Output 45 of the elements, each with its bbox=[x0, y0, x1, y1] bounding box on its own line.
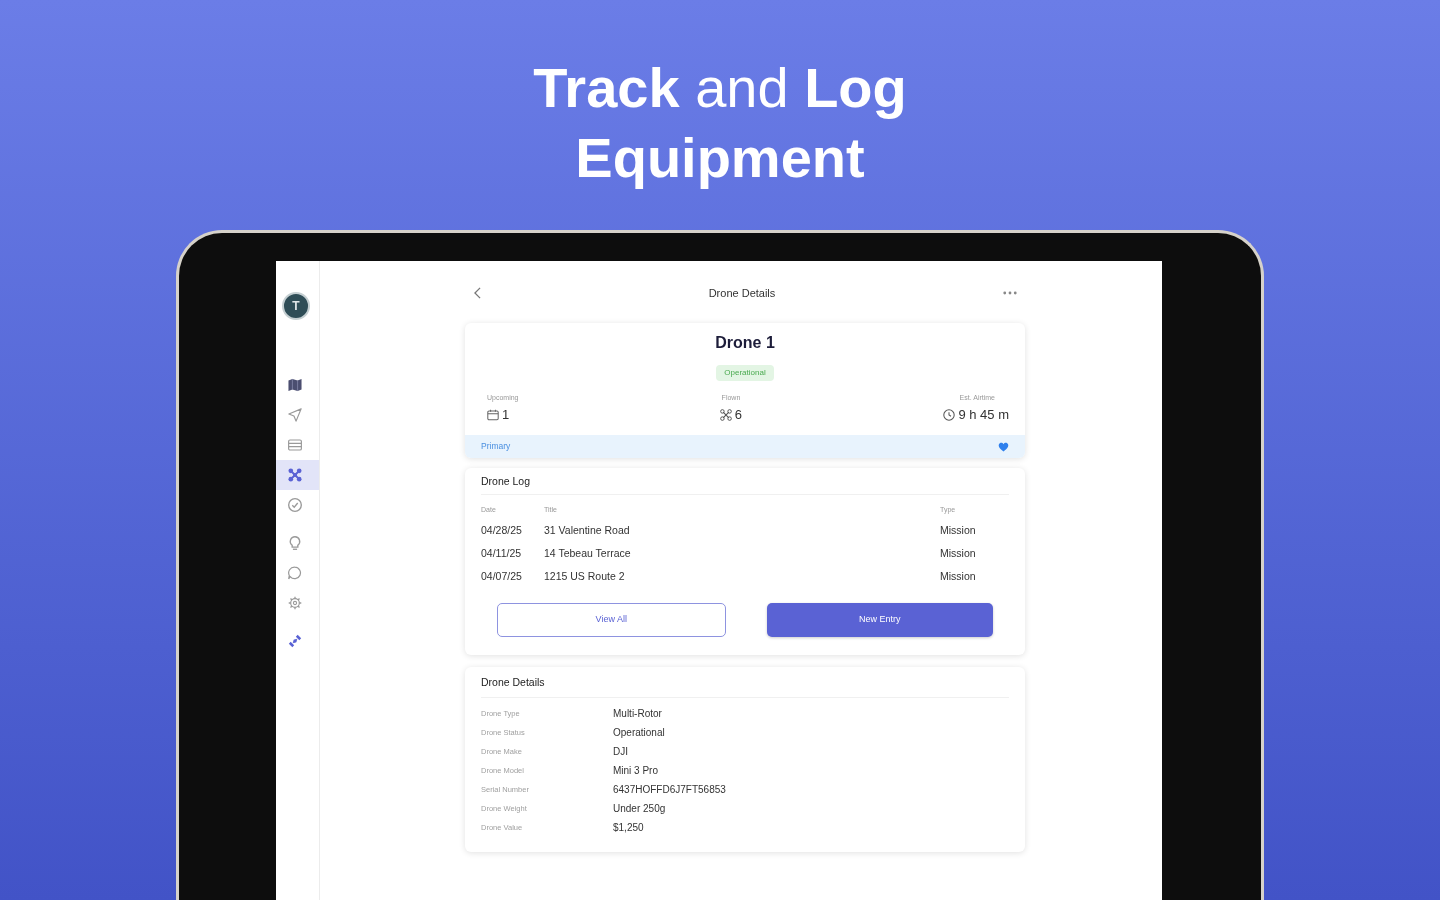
more-icon bbox=[1003, 291, 1017, 295]
avatar[interactable]: T bbox=[282, 292, 310, 320]
tag-label: Primary bbox=[481, 440, 511, 453]
table-cell-text: 04/07/25 bbox=[481, 568, 523, 584]
calendar-icon bbox=[487, 409, 499, 421]
view-all-button[interactable]: View All bbox=[497, 603, 726, 637]
field-value: Mini 3 Pro bbox=[613, 764, 659, 778]
page-title: Drone Details bbox=[708, 285, 776, 301]
table-cell-text: 04/28/25 bbox=[481, 522, 523, 538]
map-icon bbox=[287, 378, 302, 392]
stat-value: 6 bbox=[734, 407, 743, 423]
drone-icon bbox=[287, 468, 302, 482]
chevron-left-icon bbox=[473, 287, 481, 299]
list-icon bbox=[287, 438, 302, 452]
paper-plane-icon bbox=[287, 408, 302, 422]
headline: Track and Log Equipment bbox=[532, 55, 908, 191]
drone-name: Drone 1 bbox=[715, 333, 775, 353]
lightbulb-icon bbox=[287, 536, 302, 550]
table-cell-text: Mission bbox=[940, 522, 977, 538]
drone-icon bbox=[719, 409, 732, 421]
field-value: Operational bbox=[613, 726, 666, 740]
table-cell-text: Mission bbox=[940, 545, 977, 561]
sidebar-item[interactable] bbox=[276, 460, 319, 490]
table-cell-text: 31 Valentine Road bbox=[544, 522, 631, 538]
chat-bubble-icon bbox=[287, 566, 302, 580]
table-cell-text: Mission bbox=[940, 568, 977, 584]
field-value: 6437HOFFD6J7FT56853 bbox=[613, 783, 727, 797]
table-cell-text: 04/11/25 bbox=[481, 545, 523, 561]
field-value: Multi-Rotor bbox=[613, 707, 663, 721]
stat-value: 9 h 45 m bbox=[958, 407, 1009, 423]
field-value: DJI bbox=[613, 745, 629, 759]
heart-icon[interactable] bbox=[998, 441, 1009, 452]
satellite-icon bbox=[287, 634, 302, 648]
check-circle-icon bbox=[287, 498, 302, 512]
card-title: Drone Details bbox=[481, 675, 546, 689]
stat-value: 1 bbox=[502, 407, 510, 423]
table-cell-text: 1215 US Route 2 bbox=[544, 568, 626, 584]
new-entry-button[interactable]: New Entry bbox=[766, 603, 993, 637]
table-cell-text: 14 Tebeau Terrace bbox=[544, 545, 632, 561]
clock-icon bbox=[943, 409, 956, 421]
card-title: Drone Log bbox=[481, 474, 532, 488]
field-value: Under 250g bbox=[613, 802, 667, 816]
settings-icon bbox=[287, 596, 302, 610]
status-badge: Operational bbox=[716, 365, 774, 381]
field-value: $1,250 bbox=[613, 821, 645, 835]
